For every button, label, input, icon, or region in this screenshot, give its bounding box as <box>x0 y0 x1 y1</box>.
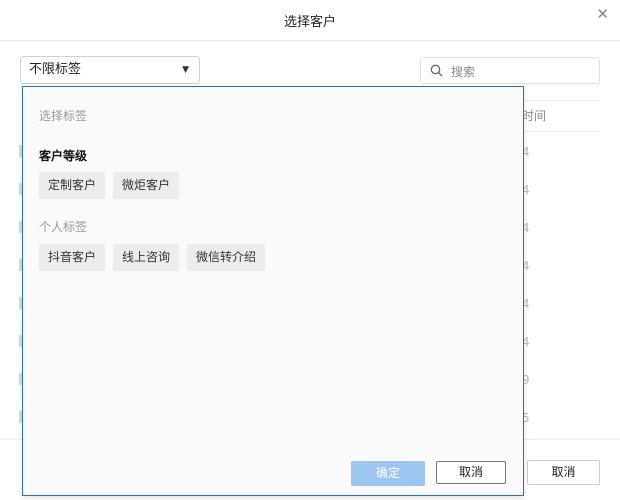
tag-chip[interactable]: 微信转介绍 <box>187 244 266 271</box>
tag-chip[interactable]: 线上咨询 <box>113 244 180 271</box>
dialog-title: 选择客户 <box>283 15 336 30</box>
confirm-button[interactable]: 确定 <box>351 461 425 486</box>
panel-cancel-button[interactable]: 取消 <box>436 461 506 484</box>
panel-heading: 选择标签 <box>39 109 88 123</box>
tag-group-title: 客户等级 <box>39 149 88 163</box>
caret-down-icon: ▼ <box>182 65 189 75</box>
tag-filter-select[interactable]: 不限标签 ▼ <box>20 56 200 84</box>
tag-chip[interactable]: 抖音客户 <box>39 244 106 271</box>
dialog-cancel-button[interactable]: 取消 <box>527 460 600 485</box>
close-icon[interactable]: ✕ <box>596 5 609 23</box>
dialog-header: 选择客户 ✕ <box>0 0 620 41</box>
tag-chip[interactable]: 定制客户 <box>39 172 106 199</box>
tag-filter-value: 不限标签 <box>29 62 82 77</box>
search-input[interactable] <box>449 61 593 82</box>
table-header: 时间 <box>522 100 600 132</box>
search-box[interactable] <box>420 57 600 84</box>
tag-chip[interactable]: 微炬客户 <box>113 172 180 199</box>
search-icon <box>430 64 443 77</box>
tag-group-title: 个人标签 <box>39 220 88 234</box>
tag-dropdown-panel: 选择标签 客户等级 定制客户 微炬客户 个人标签 抖音客户 线上咨询 微信转介绍… <box>22 86 524 496</box>
table-header-time: 时间 <box>522 109 547 123</box>
